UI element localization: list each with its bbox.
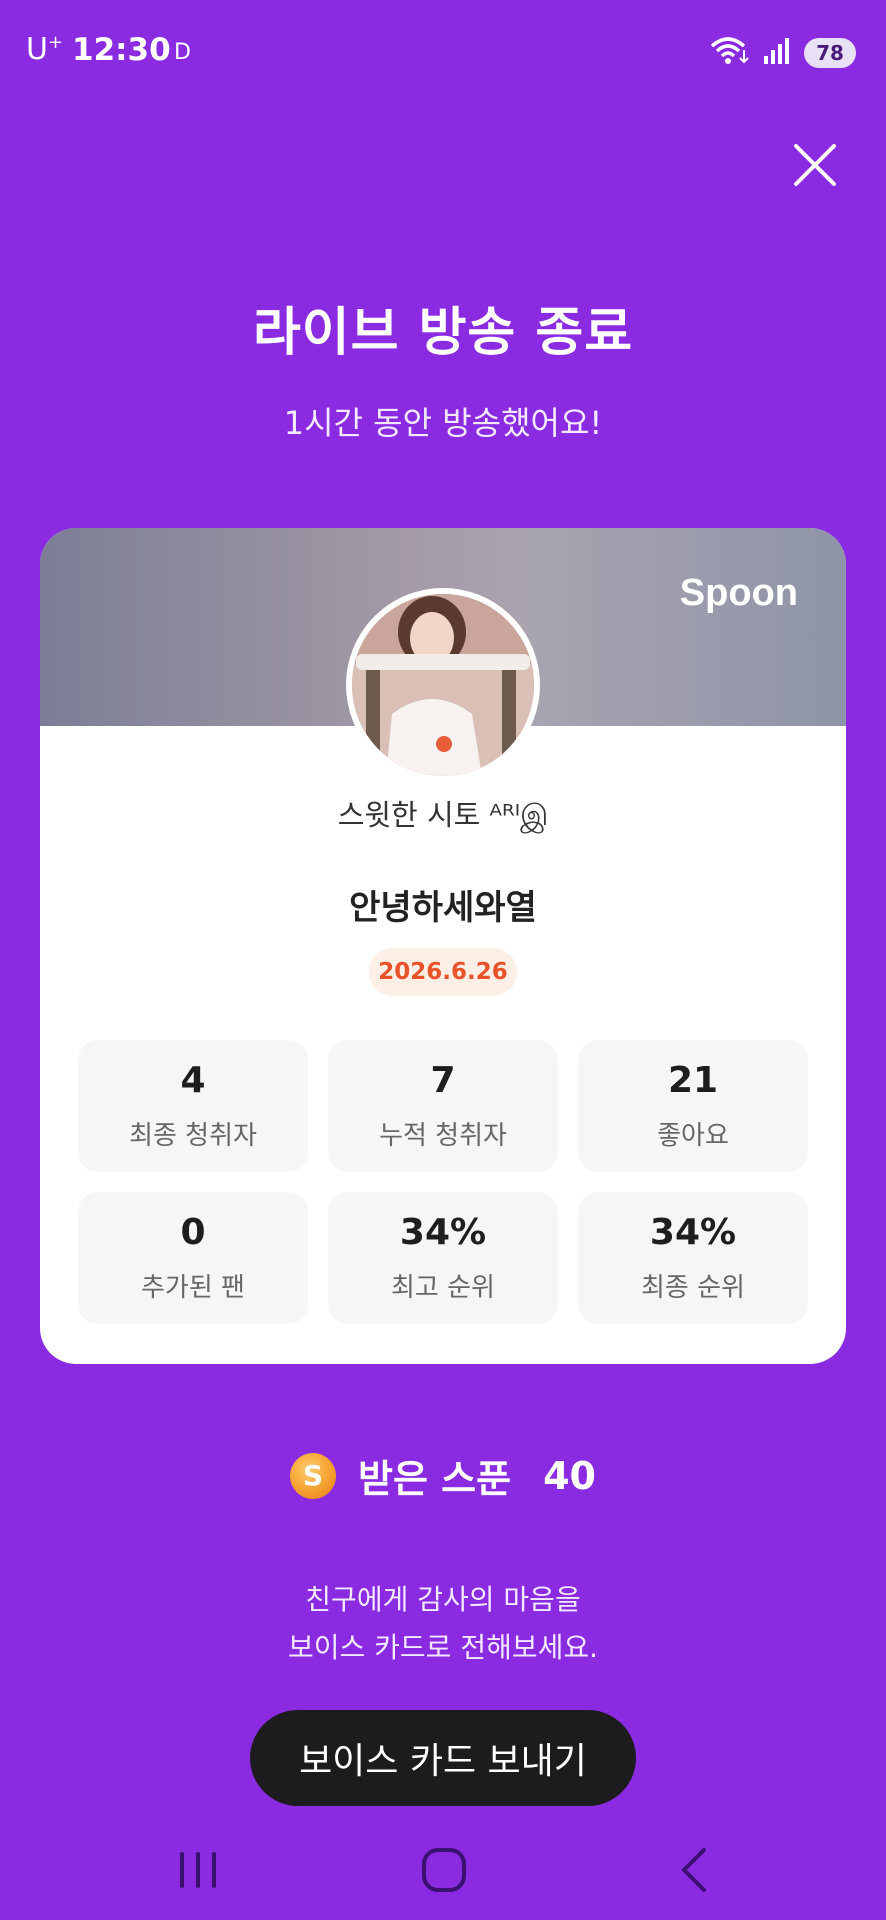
signal-icon xyxy=(762,36,792,70)
close-icon xyxy=(794,144,836,186)
battery-indicator: 78 xyxy=(804,38,856,68)
stat-value: 0 xyxy=(180,1212,206,1253)
clock: 12:30 xyxy=(72,32,171,68)
stat-value: 4 xyxy=(180,1060,206,1101)
stat-final-rank: 34% 최종 순위 xyxy=(578,1192,808,1324)
status-bar: U+ 12:30 D 78 xyxy=(0,0,886,106)
profile-photo xyxy=(352,594,534,776)
status-indicator: D xyxy=(174,40,191,65)
back-button[interactable] xyxy=(666,1840,726,1900)
received-spoons-count: 40 xyxy=(543,1453,596,1498)
stat-label: 추가된 팬 xyxy=(141,1273,245,1303)
date-badge: 2026.6.26 xyxy=(369,948,517,996)
spoon-logo: Spoon xyxy=(679,572,798,614)
stat-new-fans: 0 추가된 팬 xyxy=(78,1192,308,1324)
carrier-label: U+ xyxy=(26,32,64,67)
page-subtitle: 1시간 동안 방송했어요! xyxy=(283,404,603,442)
thanks-line-1: 친구에게 감사의 마음을 xyxy=(305,1583,581,1616)
close-button[interactable] xyxy=(790,140,840,190)
stat-label: 최종 청취자 xyxy=(129,1121,257,1151)
back-icon xyxy=(682,1848,706,1892)
broadcast-title: 안녕하세와열 xyxy=(349,888,537,928)
spoon-coin-icon: S xyxy=(290,1452,337,1499)
stats-grid: 4 최종 청취자 7 누적 청취자 21 좋아요 0 추가된 팬 34% 최고 … xyxy=(78,1040,808,1324)
stat-label: 누적 청취자 xyxy=(379,1121,507,1151)
thanks-message: 친구에게 감사의 마음을 보이스 카드로 전해보세요. xyxy=(0,1576,886,1672)
home-icon xyxy=(422,1848,466,1892)
send-voice-card-button[interactable]: 보이스 카드 보내기 xyxy=(250,1710,636,1806)
thanks-line-2: 보이스 카드로 전해보세요. xyxy=(287,1631,599,1664)
stat-label: 최고 순위 xyxy=(391,1273,495,1303)
stat-label: 최종 순위 xyxy=(641,1273,745,1303)
system-nav-bar xyxy=(0,1820,886,1920)
stat-best-rank: 34% 최고 순위 xyxy=(328,1192,558,1324)
status-icons: 78 xyxy=(710,36,856,70)
live-end-screen: U+ 12:30 D 78 라이브 방송 종료 1시간 동안 방송했어요! Sp… xyxy=(0,0,886,1920)
stat-value: 21 xyxy=(667,1060,719,1101)
stat-value: 7 xyxy=(430,1060,456,1101)
stat-total-listeners: 7 누적 청취자 xyxy=(328,1040,558,1172)
recent-apps-button[interactable] xyxy=(168,1840,228,1900)
stat-value: 34% xyxy=(399,1212,487,1253)
recent-apps-icon xyxy=(180,1852,216,1888)
stat-label: 좋아요 xyxy=(657,1121,729,1151)
dj-nickname: 스윗한 시토 ᴬᴿᴵஇ xyxy=(337,798,549,832)
stat-value: 34% xyxy=(649,1212,737,1253)
page-title: 라이브 방송 종료 xyxy=(252,303,634,363)
wifi-icon xyxy=(710,36,750,70)
stat-likes: 21 좋아요 xyxy=(578,1040,808,1172)
stat-final-listeners: 4 최종 청취자 xyxy=(78,1040,308,1172)
avatar[interactable] xyxy=(346,588,540,782)
received-spoons-label: 받은 스푼 xyxy=(358,1457,512,1501)
received-spoons: S 받은 스푼 40 xyxy=(0,1448,886,1503)
home-button[interactable] xyxy=(414,1840,474,1900)
broadcast-summary-card: Spoon 스윗한 시토 ᴬᴿᴵஇ 안녕하세와열 2026.6.26 4 최종 … xyxy=(40,528,846,1364)
